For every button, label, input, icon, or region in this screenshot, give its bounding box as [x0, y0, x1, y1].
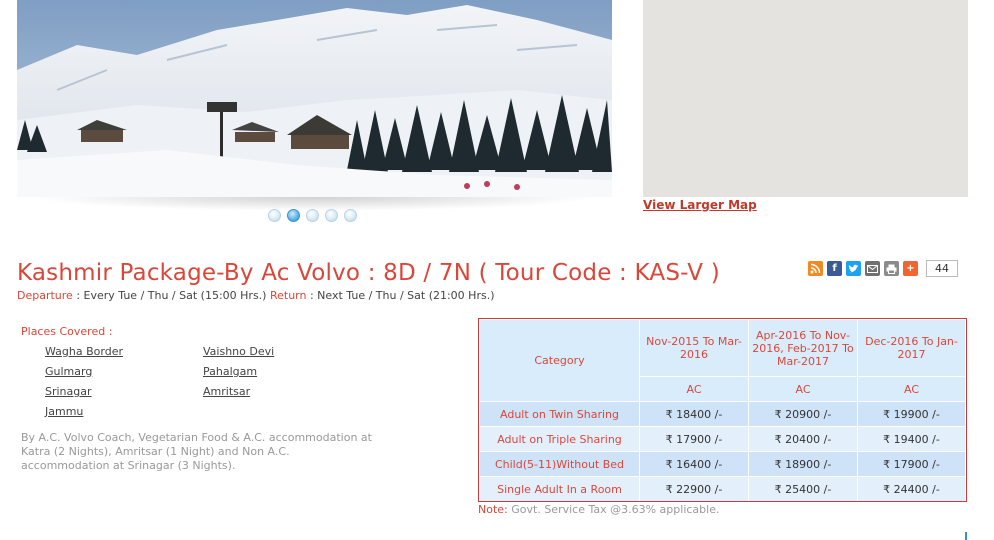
row-category: Adult on Twin Sharing [480, 402, 639, 426]
price-cell: ₹ 18900 /- [749, 452, 857, 476]
slider-dot-3[interactable] [306, 209, 319, 222]
price-cell: ₹ 24400 /- [858, 477, 965, 501]
place-link-amritsar[interactable]: Amritsar [203, 385, 250, 398]
place-link-srinagar[interactable]: Srinagar [45, 385, 92, 398]
rss-icon[interactable] [808, 261, 823, 276]
place-link-jammu[interactable]: Jammu [45, 405, 83, 418]
note-label: Note: [478, 503, 508, 516]
hero-image [17, 0, 612, 197]
print-icon[interactable] [884, 261, 899, 276]
ac-subheader: AC [749, 377, 857, 401]
map-embed[interactable] [643, 0, 968, 197]
price-cell: ₹ 19900 /- [858, 402, 965, 426]
note-text: Govt. Service Tax @3.63% applicable. [507, 503, 720, 516]
price-cell: ₹ 20400 /- [749, 427, 857, 451]
twitter-icon[interactable] [846, 261, 861, 276]
price-cell: ₹ 17900 /- [640, 427, 748, 451]
period-header: Dec-2016 To Jan-2017 [858, 320, 965, 376]
return-label: Return [269, 289, 307, 302]
slider-dot-2[interactable] [287, 209, 300, 222]
package-description: By A.C. Volvo Coach, Vegetarian Food & A… [21, 431, 372, 472]
price-cell: ₹ 17900 /- [858, 452, 965, 476]
pricing-table: Category Nov-2015 To Mar-2016 Apr-2016 T… [478, 318, 967, 502]
ac-subheader: AC [640, 377, 748, 401]
price-cell: ₹ 20900 /- [749, 402, 857, 426]
tour-title: Kashmir Package-By Ac Volvo : 8D / 7N ( … [17, 260, 720, 286]
email-icon[interactable] [865, 261, 880, 276]
slider-dot-5[interactable] [344, 209, 357, 222]
place-link-pahalgam[interactable]: Pahalgam [203, 365, 257, 378]
scroll-edge-marker [965, 532, 967, 540]
tax-note: Note: Govt. Service Tax @3.63% applicabl… [478, 503, 719, 516]
table-row: Adult on Triple Sharing ₹ 17900 /- ₹ 204… [480, 427, 965, 451]
table-row: Single Adult In a Room ₹ 22900 /- ₹ 2540… [480, 477, 965, 501]
category-header: Category [480, 320, 639, 401]
plus-icon[interactable]: + [903, 261, 918, 276]
ac-subheader: AC [858, 377, 965, 401]
share-count: 44 [926, 260, 958, 277]
table-row: Adult on Twin Sharing ₹ 18400 /- ₹ 20900… [480, 402, 965, 426]
row-category: Adult on Triple Sharing [480, 427, 639, 451]
places-covered-label: Places Covered : [21, 325, 113, 338]
price-cell: ₹ 19400 /- [858, 427, 965, 451]
price-cell: ₹ 25400 /- [749, 477, 857, 501]
slider-pagination [268, 209, 357, 222]
table-row: Child(5-11)Without Bed ₹ 16400 /- ₹ 1890… [480, 452, 965, 476]
departure-info: Departure : Every Tue / Thu / Sat (15:00… [17, 289, 495, 302]
return-value: : Next Tue / Thu / Sat (21:00 Hrs.) [306, 289, 495, 302]
departure-label: Departure [17, 289, 73, 302]
view-larger-map-link[interactable]: View Larger Map [643, 198, 757, 212]
price-cell: ₹ 16400 /- [640, 452, 748, 476]
row-category: Single Adult In a Room [480, 477, 639, 501]
departure-value: : Every Tue / Thu / Sat (15:00 Hrs.) [72, 289, 270, 302]
place-link-vaishno-devi[interactable]: Vaishno Devi [203, 345, 274, 358]
row-category: Child(5-11)Without Bed [480, 452, 639, 476]
place-link-gulmarg[interactable]: Gulmarg [45, 365, 92, 378]
price-cell: ₹ 18400 /- [640, 402, 748, 426]
slider-dot-1[interactable] [268, 209, 281, 222]
mountain-scene-illustration [17, 0, 612, 197]
price-cell: ₹ 22900 /- [640, 477, 748, 501]
period-header: Apr-2016 To Nov-2016, Feb-2017 To Mar-20… [749, 320, 857, 376]
facebook-icon[interactable]: f [827, 261, 842, 276]
share-bar: f + 44 [808, 260, 958, 277]
place-link-wagha-border[interactable]: Wagha Border [45, 345, 123, 358]
slider-dot-4[interactable] [325, 209, 338, 222]
period-header: Nov-2015 To Mar-2016 [640, 320, 748, 376]
